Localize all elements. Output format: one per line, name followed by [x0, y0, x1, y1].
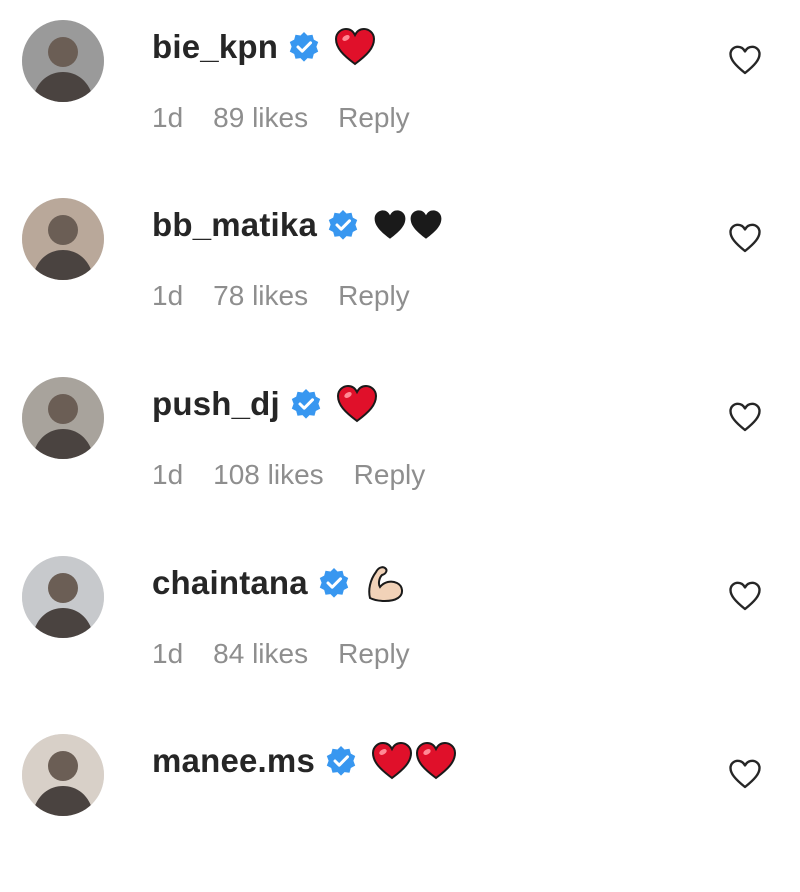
likes-count[interactable]: 78 likes [213, 280, 308, 312]
verified-badge-icon [280, 388, 322, 420]
comment-item: bb_matika 1d 78 likes Reply [0, 178, 800, 356]
comment-item: chaintana 1d 84 likes Reply [0, 536, 800, 714]
comment-header: push_dj [152, 379, 378, 429]
username-link[interactable]: chaintana [152, 564, 308, 602]
comment-item: manee.ms [0, 714, 800, 892]
likes-count[interactable]: 84 likes [213, 638, 308, 670]
comment-meta: 1d 84 likes Reply [152, 638, 410, 670]
flexed-biceps-emoji-icon [364, 562, 406, 604]
username-link[interactable]: push_dj [152, 385, 280, 423]
comment-header: manee.ms [152, 736, 457, 786]
comment-header: bie_kpn [152, 22, 376, 72]
comment-meta: 1d 108 likes Reply [152, 459, 425, 491]
verified-badge-icon [278, 31, 320, 63]
avatar[interactable] [22, 198, 104, 280]
reply-button[interactable]: Reply [354, 459, 426, 491]
username-link[interactable]: bie_kpn [152, 28, 278, 66]
comment-item: push_dj 1d 108 likes Reply [0, 357, 800, 535]
reply-button[interactable]: Reply [338, 638, 410, 670]
username-link[interactable]: manee.ms [152, 742, 315, 780]
timestamp[interactable]: 1d [152, 638, 183, 670]
comment-item: bie_kpn 1d 89 likes Reply [0, 0, 800, 178]
heart-outline-icon[interactable] [728, 580, 762, 612]
avatar[interactable] [22, 734, 104, 816]
verified-badge-icon [317, 209, 359, 241]
comment-text [371, 742, 457, 780]
comment-header: chaintana [152, 558, 406, 608]
comment-header: bb_matika [152, 200, 443, 250]
verified-badge-icon [308, 567, 350, 599]
black-heart-emoji-icon [373, 209, 407, 241]
comment-meta: 1d 78 likes Reply [152, 280, 410, 312]
comment-text [334, 28, 376, 66]
timestamp[interactable]: 1d [152, 280, 183, 312]
timestamp[interactable]: 1d [152, 102, 183, 134]
username-link[interactable]: bb_matika [152, 206, 317, 244]
heart-outline-icon[interactable] [728, 401, 762, 433]
comment-meta: 1d 89 likes Reply [152, 102, 410, 134]
reply-button[interactable]: Reply [338, 102, 410, 134]
verified-badge-icon [315, 745, 357, 777]
avatar[interactable] [22, 556, 104, 638]
red-heart-emoji-icon [334, 28, 376, 66]
comment-text [336, 385, 378, 423]
likes-count[interactable]: 89 likes [213, 102, 308, 134]
timestamp[interactable]: 1d [152, 459, 183, 491]
comment-text [364, 562, 406, 604]
reply-button[interactable]: Reply [338, 280, 410, 312]
avatar[interactable] [22, 20, 104, 102]
red-heart-emoji-icon [415, 742, 457, 780]
avatar[interactable] [22, 377, 104, 459]
likes-count[interactable]: 108 likes [213, 459, 324, 491]
comment-text [373, 209, 443, 241]
red-heart-emoji-icon [336, 385, 378, 423]
black-heart-emoji-icon [409, 209, 443, 241]
heart-outline-icon[interactable] [728, 758, 762, 790]
heart-outline-icon[interactable] [728, 222, 762, 254]
red-heart-emoji-icon [371, 742, 413, 780]
heart-outline-icon[interactable] [728, 44, 762, 76]
